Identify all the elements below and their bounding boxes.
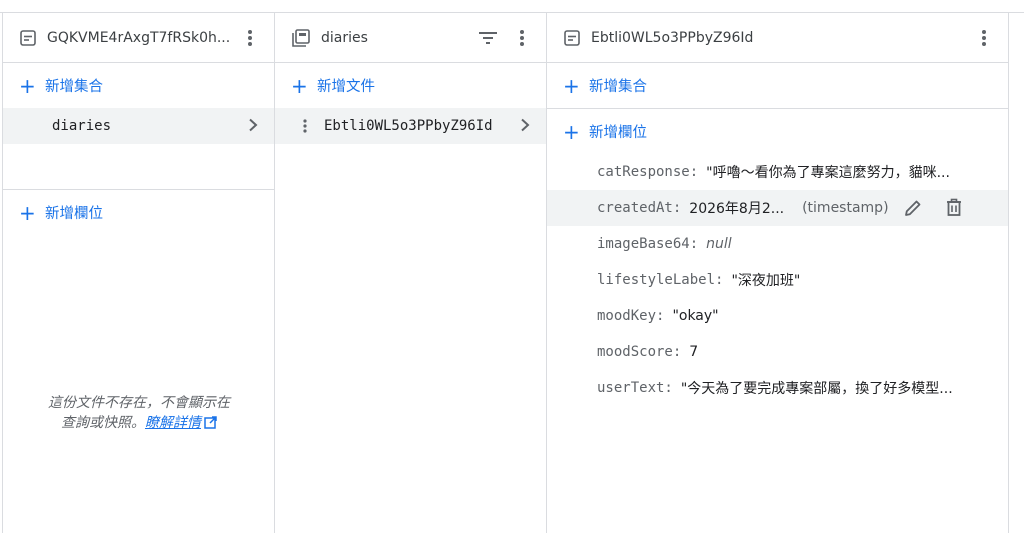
collection-list-spacer (3, 144, 274, 189)
notice-line-2: 查詢或快照。瞭解詳情 (3, 413, 274, 433)
document-panel: Ebtli0WL5o3PPbyZ96Id + 新增集合 + 新增欄位 catRe… (546, 13, 1009, 533)
add-field-button[interactable]: + 新增欄位 (547, 109, 1008, 154)
field-value: 2026年8月2... (689, 201, 785, 217)
add-document-button[interactable]: + 新增文件 (275, 63, 546, 108)
field-row-moodScore[interactable]: moodScore: 7 (547, 334, 1008, 370)
plus-icon: + (291, 73, 308, 98)
add-subcollection-button[interactable]: + 新增集合 (547, 63, 1008, 108)
notice-line-1: 這份文件不存在，不會顯示在 (48, 395, 230, 411)
filter-icon[interactable] (478, 31, 498, 45)
add-collection-label: 新增集合 (45, 79, 103, 95)
document-icon (19, 29, 37, 47)
document-header: Ebtli0WL5o3PPbyZ96Id (547, 13, 1008, 63)
field-row-createdAt[interactable]: createdAt: 2026年8月2... (timestamp) (547, 190, 1008, 226)
root-document-title: GQKVME4rAxgT7fRSk0h... (47, 29, 231, 46)
field-key: lifestyleLabel: (597, 272, 724, 288)
field-type: (timestamp) (802, 200, 889, 216)
notice-text: 查詢或快照。 (61, 415, 145, 431)
plus-icon: + (19, 200, 36, 225)
field-row-userText[interactable]: userText: "今天為了要完成專案部屬，換了好多模型... (547, 370, 1008, 406)
chevron-right-icon (248, 117, 258, 136)
add-subcollection-label: 新增集合 (589, 79, 647, 95)
field-key: moodScore: (597, 344, 682, 360)
collection-label: diaries (52, 118, 112, 134)
missing-document-notice: 這份文件不存在，不會顯示在 查詢或快照。瞭解詳情 (3, 393, 274, 433)
field-row-moodKey[interactable]: moodKey: "okay" (547, 298, 1008, 334)
add-field-button[interactable]: + 新增欄位 (3, 190, 274, 235)
field-value: "okay" (672, 308, 719, 324)
field-key: moodKey: (597, 308, 665, 324)
field-value: "今天為了要完成專案部屬，換了好多模型... (680, 381, 953, 397)
field-value: null (706, 236, 732, 252)
collection-icon (291, 28, 311, 48)
document-icon (563, 29, 581, 47)
more-vert-icon[interactable] (512, 26, 532, 50)
field-row-imageBase64[interactable]: imageBase64: null (547, 226, 1008, 262)
drag-handle-icon[interactable] (303, 118, 307, 134)
collection-panel: diaries + 新增文件 Ebtli0WL5o3PPbyZ96Id (274, 13, 546, 533)
field-value: 7 (689, 344, 699, 360)
root-document-header: GQKVME4rAxgT7fRSk0h... (3, 13, 274, 63)
add-collection-button[interactable]: + 新增集合 (3, 63, 274, 108)
field-key: imageBase64: (597, 236, 699, 252)
learn-more-link[interactable]: 瞭解詳情 (145, 415, 201, 431)
delete-icon[interactable] (945, 198, 963, 218)
more-vert-icon[interactable] (974, 26, 994, 50)
add-document-label: 新增文件 (317, 79, 375, 95)
chevron-right-icon (520, 117, 530, 136)
add-field-label: 新增欄位 (589, 125, 647, 141)
collection-item-diaries[interactable]: diaries (3, 108, 274, 144)
plus-icon: + (19, 73, 36, 98)
field-key: userText: (597, 380, 673, 396)
plus-icon: + (563, 119, 580, 144)
open-in-new-icon (204, 416, 217, 429)
root-document-panel: GQKVME4rAxgT7fRSk0h... + 新增集合 diaries + … (2, 13, 274, 533)
document-label: Ebtli0WL5o3PPbyZ96Id (324, 118, 493, 134)
more-vert-icon[interactable] (240, 26, 260, 50)
edit-icon[interactable] (903, 198, 923, 218)
field-key: createdAt: (597, 200, 682, 216)
field-row-catResponse[interactable]: catResponse: "呼嚕～看你為了專案這麼努力，貓咪... (547, 154, 1008, 190)
field-key: catResponse: (597, 164, 699, 180)
document-item[interactable]: Ebtli0WL5o3PPbyZ96Id (275, 108, 546, 144)
field-value: "深夜加班" (731, 273, 801, 289)
top-strip (0, 0, 1024, 13)
field-row-lifestyleLabel[interactable]: lifestyleLabel: "深夜加班" (547, 262, 1008, 298)
document-title: Ebtli0WL5o3PPbyZ96Id (591, 29, 754, 46)
collection-title: diaries (321, 29, 368, 46)
plus-icon: + (563, 73, 580, 98)
add-field-label: 新增欄位 (45, 206, 103, 222)
field-value: "呼嚕～看你為了專案這麼努力，貓咪... (706, 165, 950, 181)
collection-header: diaries (275, 13, 546, 63)
